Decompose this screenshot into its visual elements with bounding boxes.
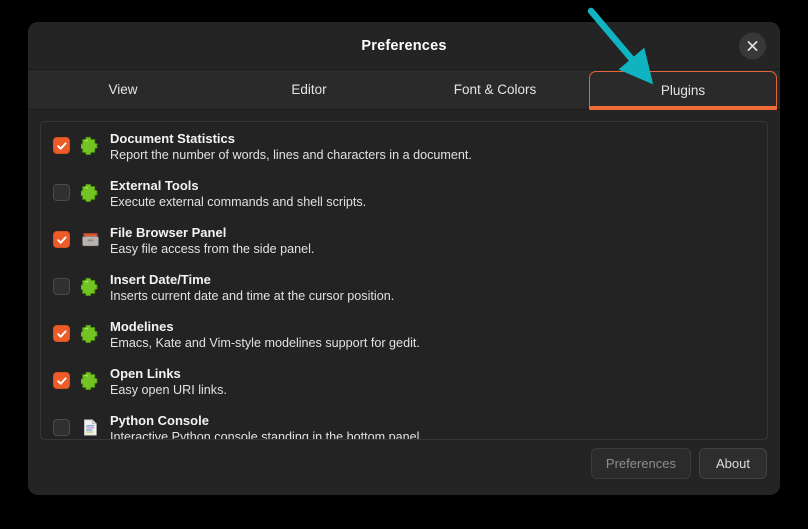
plugin-row[interactable]: File Browser Panel Easy file access from … — [41, 216, 767, 263]
plugin-enable-checkbox[interactable] — [53, 278, 70, 295]
check-icon — [56, 375, 68, 387]
plugin-about-label: About — [716, 456, 750, 471]
tab-editor-label: Editor — [291, 82, 327, 97]
tab-font-and-colors[interactable]: Font & Colors — [402, 70, 588, 109]
puzzle-piece-icon — [81, 371, 100, 390]
plugin-about-button[interactable]: About — [699, 448, 767, 479]
plugin-enable-checkbox[interactable] — [53, 231, 70, 248]
plugin-description: Execute external commands and shell scri… — [110, 195, 367, 209]
plugin-row[interactable]: External Tools Execute external commands … — [41, 169, 767, 216]
plugin-name: External Tools — [110, 178, 199, 193]
plugin-name: Python Console — [110, 413, 209, 428]
plugin-text: Open Links Easy open URI links. — [110, 363, 757, 399]
plugin-row[interactable]: Python Console Interactive Python console… — [41, 404, 767, 440]
plugin-name: File Browser Panel — [110, 225, 227, 240]
plugin-name: Insert Date/Time — [110, 272, 211, 287]
close-icon — [747, 40, 758, 51]
plugin-list[interactable]: Document Statistics Report the number of … — [40, 121, 768, 440]
plugin-enable-checkbox[interactable] — [53, 137, 70, 154]
plugin-enable-checkbox[interactable] — [53, 372, 70, 389]
check-icon — [56, 328, 68, 340]
plugin-description: Inserts current date and time at the cur… — [110, 289, 395, 303]
plugin-enable-checkbox[interactable] — [53, 184, 70, 201]
page-title: Preferences — [361, 37, 447, 54]
plugin-description: Easy file access from the side panel. — [110, 242, 315, 256]
tab-view-label: View — [108, 82, 138, 97]
check-icon — [56, 234, 68, 246]
close-button[interactable] — [739, 32, 766, 59]
plugin-text: Document Statistics Report the number of … — [110, 128, 757, 164]
dialog-titlebar: Preferences — [28, 22, 780, 69]
tab-font-and-colors-label: Font & Colors — [453, 82, 537, 97]
plugin-text: Insert Date/Time Inserts current date and… — [110, 269, 757, 305]
folder-icon — [81, 230, 100, 249]
puzzle-piece-icon — [81, 136, 100, 155]
plugin-enable-checkbox[interactable] — [53, 325, 70, 342]
check-icon — [56, 140, 68, 152]
plugin-text: File Browser Panel Easy file access from … — [110, 222, 757, 258]
plugin-row[interactable]: Modelines Emacs, Kate and Vim-style model… — [41, 310, 767, 357]
dialog-footer: Preferences About — [28, 440, 780, 495]
plugin-name: Open Links — [110, 366, 181, 381]
puzzle-piece-icon — [81, 324, 100, 343]
plugin-text: Python Console Interactive Python console… — [110, 410, 757, 440]
plugin-name: Document Statistics — [110, 131, 235, 146]
plugin-text: External Tools Execute external commands … — [110, 175, 757, 211]
plugin-preferences-button[interactable]: Preferences — [590, 448, 691, 479]
screen: Preferences View Editor Font & Colors Pl… — [0, 0, 808, 529]
plugin-preferences-label: Preferences — [605, 456, 676, 471]
plugin-description: Easy open URI links. — [110, 383, 227, 397]
plugin-description: Emacs, Kate and Vim-style modelines supp… — [110, 336, 420, 350]
tab-plugins[interactable]: Plugins — [589, 71, 777, 110]
dialog-body: Document Statistics Report the number of … — [28, 110, 780, 440]
plugin-row[interactable]: Document Statistics Report the number of … — [41, 122, 767, 169]
document-icon — [81, 418, 100, 437]
plugin-row[interactable]: Open Links Easy open URI links. — [41, 357, 767, 404]
plugin-name: Modelines — [110, 319, 174, 334]
puzzle-piece-icon — [81, 183, 100, 202]
plugin-row[interactable]: Insert Date/Time Inserts current date and… — [41, 263, 767, 310]
tab-bar: View Editor Font & Colors Plugins — [28, 69, 780, 110]
plugin-description: Report the number of words, lines and ch… — [110, 148, 472, 162]
puzzle-piece-icon — [81, 277, 100, 296]
tab-editor[interactable]: Editor — [216, 70, 402, 109]
tab-view[interactable]: View — [30, 70, 216, 109]
plugin-enable-checkbox[interactable] — [53, 419, 70, 436]
plugin-description: Interactive Python console standing in t… — [110, 430, 423, 440]
tab-plugins-label: Plugins — [660, 83, 706, 98]
plugin-text: Modelines Emacs, Kate and Vim-style model… — [110, 316, 757, 352]
preferences-dialog: Preferences View Editor Font & Colors Pl… — [28, 22, 780, 495]
